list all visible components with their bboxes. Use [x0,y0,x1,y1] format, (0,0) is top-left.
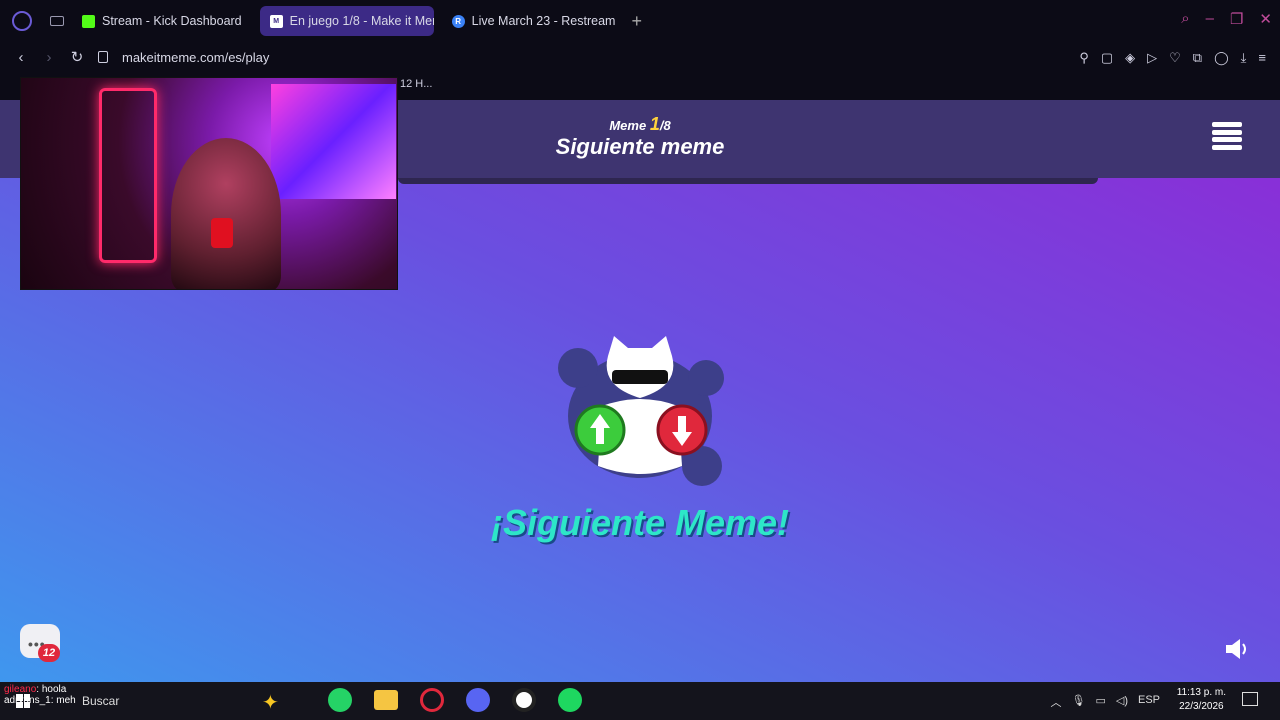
tab-kick-dashboard[interactable]: Stream - Kick Dashboard [72,6,252,36]
whatsapp-icon[interactable] [328,688,352,712]
webcam-microphone [211,218,233,248]
address-bar-row: ‹ › ↻ makeitmeme.com/es/play ⚲ ▢ ◈ ▷ ♡ ⧉… [0,42,1280,72]
network-icon[interactable]: ▭ [1095,694,1105,710]
spotify-icon[interactable] [558,688,582,712]
chat-message: gileano: hoola [4,684,67,695]
clock-date: 22/3/2026 [1179,701,1224,712]
restream-icon: R [451,14,465,28]
back-button[interactable]: ‹ [14,49,28,66]
url-field[interactable]: makeitmeme.com/es/play [122,50,269,65]
opera-gx-menu-icon[interactable] [12,11,32,31]
chat-unread-badge: 12 [38,644,60,662]
adblock-icon[interactable]: ◈ [1125,50,1135,66]
kick-icon [82,14,95,28]
language-indicator[interactable]: ESP [1138,694,1160,710]
browser-tab-bar: Stream - Kick Dashboard M En juego 1/8 -… [0,0,1280,42]
webcam-streamer [171,138,281,289]
chevron-up-icon[interactable]: ︿ [1050,694,1061,710]
next-meme-label: ¡Siguiente Meme! [490,502,790,543]
obs-icon[interactable] [512,688,536,712]
microphone-icon[interactable]: 🎙 [1071,694,1085,710]
pin-icon[interactable]: ⚲ [1079,50,1089,66]
tab-label: Live March 23 - Restream [471,14,616,28]
system-tray: ︿ 🎙 ▭ ◁) ESP [1050,694,1160,710]
webcam-wall-art [271,84,396,199]
progress-strip [398,178,1098,184]
window-controls: ⌕ – ❐ ✕ [1181,10,1272,28]
player-icon[interactable]: ▷ [1147,50,1157,66]
meme-counter-prefix: Meme [609,118,647,133]
snapshot-icon[interactable]: ▢ [1101,50,1113,66]
tab-islands-icon[interactable] [50,16,64,26]
profile-icon[interactable]: ◯ [1214,50,1229,66]
extensions-icon[interactable]: ⧉ [1193,50,1202,66]
meme-counter-current: 1 [649,114,660,134]
forward-button[interactable]: › [42,49,56,66]
menu-icon[interactable]: ≡ [1258,50,1266,66]
tab-label: En juego 1/8 - Make it Meme [289,14,434,28]
opera-gx-icon[interactable] [420,688,444,712]
search-tabs-icon[interactable]: ⌕ [1181,10,1189,28]
taskbar-clock[interactable]: 11:13 p. m. 22/3/2026 [1177,686,1226,714]
copilot-sparkle-icon[interactable]: ✦ [262,690,279,715]
close-button[interactable]: ✕ [1259,10,1272,28]
webcam-overlay [20,77,398,290]
tab-make-it-meme[interactable]: M En juego 1/8 - Make it Meme [259,6,434,36]
file-explorer-icon[interactable] [374,690,398,710]
download-icon[interactable]: ⤓ [1241,50,1247,66]
cat-mascot-vote-icon [558,336,724,486]
speaker-icon[interactable] [1224,638,1250,660]
heart-icon[interactable]: ♡ [1169,50,1181,66]
chat-message: adryans_1: meh [4,695,76,706]
meme-counter-total: /8 [659,118,671,133]
reload-button[interactable]: ↻ [70,48,84,66]
maximize-button[interactable]: ❐ [1230,10,1243,28]
tab-label: Stream - Kick Dashboard [102,14,242,28]
webcam-neon-frame [99,88,157,263]
makeitmeme-icon: M [269,14,283,28]
bookmark-item[interactable]: 12 H... [400,78,432,90]
new-tab-button[interactable]: + [631,11,642,32]
clock-time: 11:13 p. m. [1176,687,1226,698]
chat-button[interactable]: ••• 12 [20,624,60,662]
discord-icon[interactable] [466,688,490,712]
minimize-button[interactable]: – [1206,10,1214,28]
volume-icon[interactable]: ◁) [1116,694,1128,710]
tab-restream[interactable]: R Live March 23 - Restream [442,6,626,36]
notification-icon[interactable] [1242,692,1258,706]
taskbar-search[interactable]: Buscar [82,694,119,708]
hamburger-menu-icon[interactable] [1212,122,1242,150]
lock-icon[interactable] [98,51,108,63]
browser-toolbar: ⚲ ▢ ◈ ▷ ♡ ⧉ ◯ ⤓ ≡ [1079,50,1266,66]
stream-chat-overlay: gileano: hoola adryans_1: meh [4,684,76,706]
